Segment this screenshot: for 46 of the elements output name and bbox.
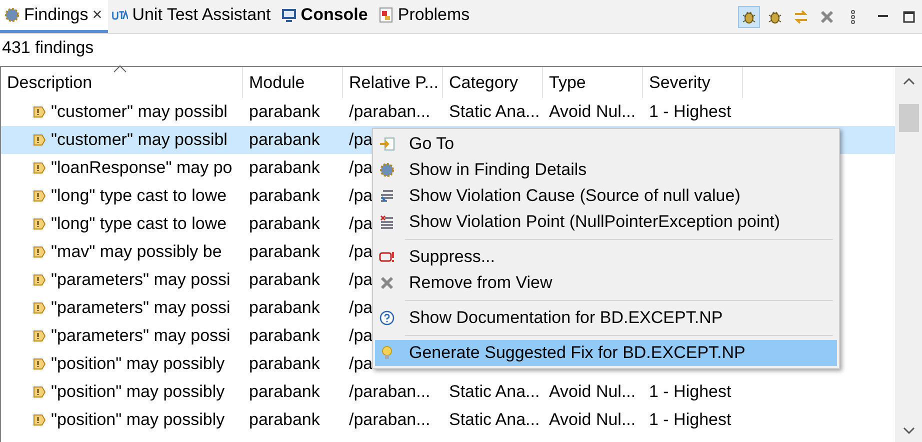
table-cell: /pa	[349, 298, 373, 317]
table-cell: /paraban...	[349, 382, 430, 401]
table-cell: /pa	[349, 214, 373, 233]
table-cell: Static Ana...	[449, 410, 540, 429]
table-cell: parabank	[249, 186, 320, 205]
table-cell: /pa	[349, 354, 373, 373]
table-cell: parabank	[249, 158, 320, 177]
table-cell: 1 - Highest	[649, 102, 732, 121]
table-cell: Static Ana...	[449, 382, 540, 401]
table-cell: "customer" may possibl	[51, 102, 228, 122]
table-cell: parabank	[249, 298, 320, 317]
table-cell: "position" may possibly	[51, 382, 225, 402]
table-cell: Avoid Nul...	[549, 102, 636, 121]
table-cell: /paraban...	[349, 102, 430, 121]
table-cell: /pa	[349, 270, 373, 289]
table-cell: "position" may possibly	[51, 410, 225, 430]
table-cell: "mav" may possibly be	[51, 242, 222, 262]
table-cell: /paraban...	[349, 410, 430, 429]
table-cell: "position" may possibly	[51, 354, 225, 374]
table-cell: "parameters" may possi	[51, 298, 230, 318]
table-cell: parabank	[249, 410, 320, 429]
table-cell: Avoid Nul...	[549, 410, 636, 429]
table-cell: "long" type cast to lowe	[51, 214, 227, 234]
table-cell: /pa	[349, 242, 373, 261]
table-cell: "parameters" may possi	[51, 326, 230, 346]
table-cell: "parameters" may possi	[51, 270, 230, 290]
table-cell: parabank	[249, 242, 320, 261]
table-cell: 1 - Highest	[649, 410, 732, 429]
table-cell: 1 - Highest	[649, 382, 732, 401]
table-cell: parabank	[249, 270, 320, 289]
table-cell: Avoid Nul...	[549, 382, 636, 401]
table-cell: "loanResponse" may po	[51, 158, 232, 178]
table-cell: /pa	[349, 130, 373, 149]
table-cell: /pa	[349, 186, 373, 205]
table-cell: parabank	[249, 382, 320, 401]
table-cell: parabank	[249, 130, 320, 149]
table-cell: parabank	[249, 102, 320, 121]
table-cell: /pa	[349, 158, 373, 177]
table-cell: /pa	[349, 326, 373, 345]
table-cell: parabank	[249, 214, 320, 233]
table-cell: parabank	[249, 326, 320, 345]
table-cell: "customer" may possibl	[51, 130, 228, 150]
table-cell: parabank	[249, 354, 320, 373]
findings-count: 431 findings	[1, 37, 95, 59]
table-cell: "long" type cast to lowe	[51, 186, 227, 206]
table-cell: Static Ana...	[449, 102, 540, 121]
